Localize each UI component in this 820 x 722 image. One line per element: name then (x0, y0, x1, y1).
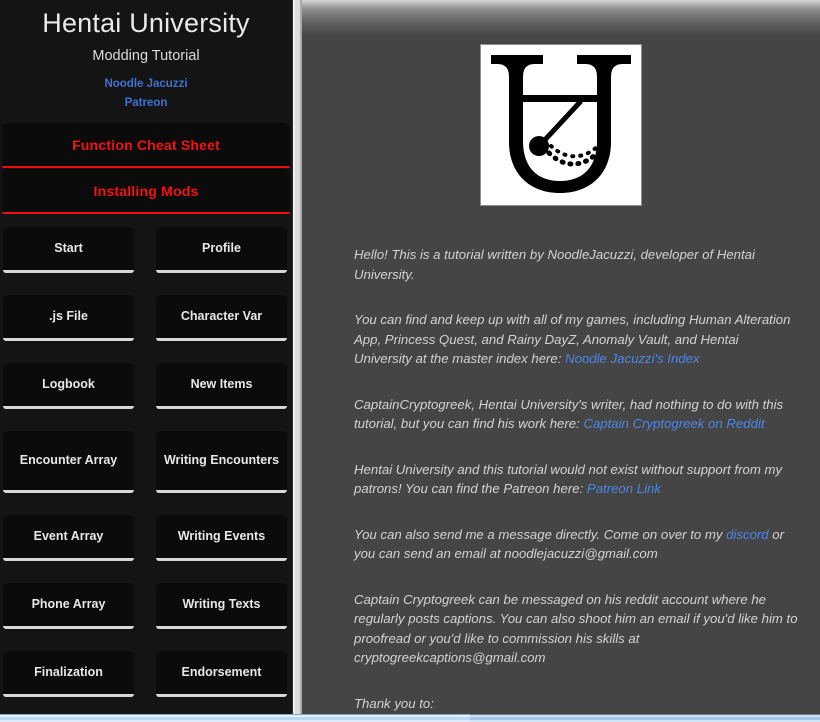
button-phone-array[interactable]: Phone Array (3, 583, 134, 629)
text-run: Hentai University and this tutorial woul… (354, 461, 783, 497)
text-run: You can also send me a message directly.… (354, 526, 727, 542)
sidebar-nav-grid: Start Profile .js File Character Var Logbook… (0, 215, 292, 697)
text-run: Captain Cryptogreek can be messaged on h… (354, 591, 798, 666)
link-discord[interactable]: discord (726, 527, 769, 542)
button-encounter-array[interactable]: Encounter Array (3, 431, 134, 493)
link-patreon-link[interactable]: Patreon Link (587, 481, 661, 496)
paragraph-writer-credit: CaptainCryptogreek, Hentai University's … (354, 395, 798, 434)
content-pane: Hello! This is a tutorial written by Noo… (302, 0, 820, 714)
text-run: Hello! This is a tutorial written by Noo… (354, 247, 755, 282)
logo-wrapper (354, 0, 798, 211)
button-function-cheat-sheet[interactable]: Function Cheat Sheet (2, 123, 290, 168)
text-run: Thank you to: (354, 695, 434, 711)
horizontal-scrollbar[interactable] (0, 714, 820, 722)
content-paragraph-list: Hello! This is a tutorial written by Noo… (354, 245, 798, 713)
button-character-var[interactable]: Character Var (156, 295, 287, 341)
paragraph-text: You can also send me a message directly.… (354, 525, 798, 564)
button-installing-mods[interactable]: Installing Mods (2, 169, 290, 214)
paragraph-text: Captain Cryptogreek can be messaged on h… (354, 590, 798, 668)
paragraph-cryptogreek-contact: Captain Cryptogreek can be messaged on h… (354, 590, 798, 668)
panes-container: Hentai University Modding Tutorial Noodl… (0, 0, 820, 714)
button-logbook[interactable]: Logbook (3, 363, 134, 409)
horizontal-scrollbar-thumb[interactable] (0, 714, 470, 722)
content-inner: Hello! This is a tutorial written by Noo… (302, 0, 820, 713)
sidebar-red-button-group: Function Cheat Sheet Installing Mods (0, 123, 292, 214)
button-profile[interactable]: Profile (156, 227, 287, 273)
paragraph-text: Hentai University and this tutorial woul… (354, 460, 798, 499)
paragraph-contact: You can also send me a message directly.… (354, 525, 798, 564)
university-logo-icon (480, 44, 642, 206)
button-writing-events[interactable]: Writing Events (156, 515, 287, 561)
button-event-array[interactable]: Event Array (3, 515, 134, 561)
page-subtitle: Modding Tutorial (92, 48, 200, 64)
vertical-scrollbar[interactable] (292, 0, 302, 714)
link-noodle-jacuzzi[interactable]: Noodle Jacuzzi (0, 75, 292, 94)
page-title: Hentai University (42, 8, 250, 38)
link-captain-cryptogreek-on-reddit[interactable]: Captain Cryptogreek on Reddit (583, 416, 764, 431)
paragraph-games-index: You can find and keep up with all of my … (354, 310, 798, 369)
sidebar: Hentai University Modding Tutorial Noodl… (0, 0, 292, 714)
button-js-file[interactable]: .js File (3, 295, 134, 341)
paragraph-text: You can find and keep up with all of my … (354, 310, 798, 369)
paragraph-text: CaptainCryptogreek, Hentai University's … (354, 395, 798, 434)
link-patreon[interactable]: Patreon (0, 94, 292, 113)
app-root: Hentai University Modding Tutorial Noodl… (0, 0, 820, 722)
button-new-items[interactable]: New Items (156, 363, 287, 409)
paragraph-text: Hello! This is a tutorial written by Noo… (354, 245, 798, 284)
link-noodle-jacuzzis-index[interactable]: Noodle Jacuzzi's Index (565, 351, 699, 366)
button-writing-encounters[interactable]: Writing Encounters (156, 431, 287, 493)
sidebar-link-list: Noodle Jacuzzi Patreon (0, 66, 292, 113)
paragraph-patreon-support: Hentai University and this tutorial woul… (354, 460, 798, 499)
button-endorsement[interactable]: Endorsement (156, 651, 287, 697)
paragraph-thanks: Thank you to: (354, 694, 798, 714)
button-start[interactable]: Start (3, 227, 134, 273)
paragraph-text: Thank you to: (354, 694, 798, 714)
paragraph-intro: Hello! This is a tutorial written by Noo… (354, 245, 798, 284)
button-writing-texts[interactable]: Writing Texts (156, 583, 287, 629)
button-finalization[interactable]: Finalization (3, 651, 134, 697)
